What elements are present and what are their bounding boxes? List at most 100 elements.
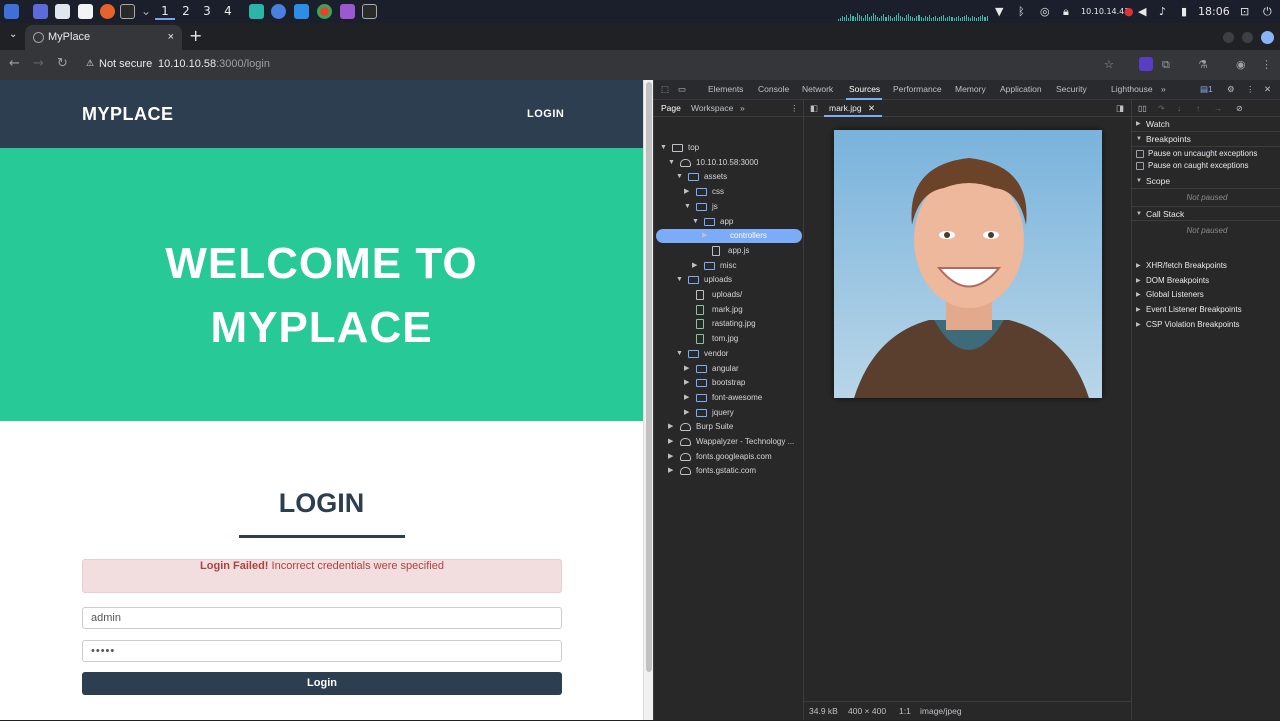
tree-item-top[interactable]: ▼ top bbox=[654, 141, 804, 155]
security-label[interactable]: Not secure bbox=[99, 58, 152, 70]
toggle-navigator-icon[interactable]: ◧ bbox=[810, 103, 818, 114]
tree-item-fonts-gstatic-com[interactable]: ▶ fonts.gstatic.com bbox=[654, 464, 804, 478]
workspace-3[interactable]: 3 bbox=[197, 3, 217, 20]
volume-icon[interactable]: ◀ bbox=[1138, 3, 1146, 20]
vpn-icon[interactable]: ◎ bbox=[1040, 3, 1050, 20]
tree-item-angular[interactable]: ▶ angular bbox=[654, 362, 804, 376]
triangle-right-icon[interactable]: ▶ bbox=[684, 185, 689, 199]
tree-item-vendor[interactable]: ▼ vendor bbox=[654, 347, 804, 361]
bluetooth-icon[interactable]: ᛒ bbox=[1018, 3, 1025, 20]
step-over-icon[interactable]: ↷ bbox=[1158, 100, 1165, 117]
close-devtools-icon[interactable]: ✕ bbox=[1264, 84, 1271, 95]
pause-caught-checkbox[interactable] bbox=[1136, 162, 1144, 170]
obsidian-icon[interactable] bbox=[340, 4, 355, 19]
inspect-icon[interactable]: ⬚ bbox=[661, 84, 669, 95]
tree-item-jquery[interactable]: ▶ jquery bbox=[654, 406, 804, 420]
tree-item-assets[interactable]: ▼ assets bbox=[654, 170, 804, 184]
tree-item-mark-jpg[interactable]: mark.jpg bbox=[654, 303, 804, 317]
site-brand[interactable]: MYPLACE bbox=[82, 104, 174, 125]
triangle-right-icon[interactable]: ▶ bbox=[668, 420, 673, 434]
triangle-down-icon[interactable]: ▼ bbox=[692, 215, 699, 229]
triangle-right-icon[interactable]: ▶ bbox=[684, 391, 689, 405]
tree-item-app[interactable]: ▼ app bbox=[654, 215, 804, 229]
desktop-icon[interactable] bbox=[33, 4, 48, 19]
triangle-right-icon[interactable]: ▶ bbox=[702, 229, 707, 243]
pause-uncaught-checkbox[interactable] bbox=[1136, 150, 1144, 158]
subtab-page[interactable]: Page bbox=[661, 103, 681, 113]
breakpoint-section-xhr-fetch-breakpoints[interactable]: ▶ XHR/fetch Breakpoints bbox=[1132, 259, 1280, 273]
forward-icon[interactable]: → bbox=[33, 56, 44, 71]
call-stack-section[interactable]: ▼ Call Stack bbox=[1132, 206, 1280, 221]
new-tab-button[interactable]: + bbox=[189, 26, 202, 45]
triangle-right-icon[interactable]: ▶ bbox=[668, 435, 673, 449]
bell-icon[interactable]: ♪ bbox=[1159, 3, 1166, 20]
settings-gear-icon[interactable]: ⚙ bbox=[1227, 84, 1235, 95]
puzzle-icon[interactable]: ⧉ bbox=[1162, 58, 1170, 72]
login-button[interactable]: Login bbox=[82, 672, 562, 695]
tree-item-app-js[interactable]: app.js bbox=[654, 244, 804, 258]
watch-section[interactable]: ▶ Watch bbox=[1132, 117, 1280, 132]
firefox-icon[interactable] bbox=[100, 4, 115, 19]
breakpoint-section-dom-breakpoints[interactable]: ▶ DOM Breakpoints bbox=[1132, 274, 1280, 288]
tree-item-wappalyzer-technology[interactable]: ▶ Wappalyzer - Technology ... bbox=[654, 435, 804, 449]
tab-performance[interactable]: Performance bbox=[893, 84, 942, 94]
minimize-button[interactable] bbox=[1223, 32, 1234, 43]
menu-icon[interactable]: ⋮ bbox=[1261, 58, 1272, 71]
tree-item-uploads[interactable]: ▼ uploads bbox=[654, 273, 804, 287]
tab-console[interactable]: Console bbox=[758, 84, 789, 94]
microphone-icon[interactable]: ● bbox=[1124, 3, 1134, 20]
issues-icon[interactable]: ▤1 bbox=[1200, 84, 1213, 95]
vscode-icon[interactable] bbox=[294, 4, 309, 19]
more-subtabs-icon[interactable]: » bbox=[740, 103, 745, 113]
tree-item-js[interactable]: ▼ js bbox=[654, 200, 804, 214]
breakpoint-section-csp-violation-breakpoints[interactable]: ▶ CSP Violation Breakpoints bbox=[1132, 318, 1280, 332]
reload-icon[interactable]: ↻ bbox=[57, 56, 68, 71]
workspace-1[interactable]: 1 bbox=[155, 3, 175, 20]
triangle-down-icon[interactable]: ▼ bbox=[676, 170, 683, 184]
back-icon[interactable]: ← bbox=[9, 56, 20, 71]
close-window-button[interactable] bbox=[1261, 31, 1274, 44]
workspace-4[interactable]: 4 bbox=[218, 3, 238, 20]
device-toolbar-icon[interactable]: ▭ bbox=[678, 84, 686, 95]
page-scrollbar[interactable] bbox=[643, 80, 653, 720]
tree-item-bootstrap[interactable]: ▶ bootstrap bbox=[654, 376, 804, 390]
tab-memory[interactable]: Memory bbox=[955, 84, 986, 94]
triangle-down-icon[interactable]: ▼ bbox=[668, 156, 675, 170]
breakpoints-section[interactable]: ▼ Breakpoints bbox=[1132, 132, 1280, 147]
workspace-2[interactable]: 2 bbox=[176, 3, 196, 20]
terminal-icon[interactable] bbox=[362, 4, 377, 19]
tab-application[interactable]: Application bbox=[1000, 84, 1042, 94]
profile-icon[interactable]: ◉ bbox=[1236, 58, 1246, 71]
tab-search-icon[interactable]: ⌄ bbox=[9, 29, 17, 40]
tab-security[interactable]: Security bbox=[1056, 84, 1087, 94]
file-manager-icon[interactable] bbox=[55, 4, 70, 19]
nav-login-link[interactable]: LOGIN bbox=[527, 108, 564, 120]
lock-screen-icon[interactable]: ⊡ bbox=[1240, 3, 1249, 20]
pause-icon[interactable]: ▯▯ bbox=[1138, 100, 1147, 117]
scope-section[interactable]: ▼ Scope bbox=[1132, 174, 1280, 189]
triangle-right-icon[interactable]: ▶ bbox=[684, 376, 689, 390]
chevron-down-icon[interactable]: ⌄ bbox=[136, 3, 156, 20]
browser-icon[interactable] bbox=[271, 4, 286, 19]
maximize-button[interactable] bbox=[1242, 32, 1253, 43]
tab-sources[interactable]: Sources bbox=[849, 84, 880, 94]
triangle-right-icon[interactable]: ▶ bbox=[692, 259, 697, 273]
tab-elements[interactable]: Elements bbox=[708, 84, 743, 94]
tree-item-misc[interactable]: ▶ misc bbox=[654, 259, 804, 273]
star-icon[interactable]: ☆ bbox=[1104, 58, 1114, 71]
tree-item-rastating-jpg[interactable]: rastating.jpg bbox=[654, 317, 804, 331]
step-into-icon[interactable]: ↓ bbox=[1177, 100, 1181, 117]
subtab-workspace[interactable]: Workspace bbox=[691, 103, 733, 113]
toggle-debugger-icon[interactable]: ◨ bbox=[1116, 103, 1124, 114]
flask-icon[interactable]: ⚗ bbox=[1198, 58, 1208, 71]
close-editor-tab-icon[interactable]: ✕ bbox=[868, 103, 875, 113]
close-tab-icon[interactable]: × bbox=[168, 25, 174, 50]
browser-tab[interactable]: MyPlace × bbox=[25, 25, 182, 50]
tree-item-controllers[interactable]: ▶ controllers bbox=[656, 229, 802, 244]
devtools-menu-icon[interactable]: ⋮ bbox=[1246, 84, 1255, 95]
triangle-right-icon[interactable]: ▶ bbox=[668, 450, 673, 464]
document-icon[interactable] bbox=[78, 4, 93, 19]
tree-item-fonts-googleapis-com[interactable]: ▶ fonts.googleapis.com bbox=[654, 450, 804, 464]
triangle-right-icon[interactable]: ▶ bbox=[684, 362, 689, 376]
tab-lighthouse[interactable]: Lighthouse bbox=[1111, 84, 1153, 94]
